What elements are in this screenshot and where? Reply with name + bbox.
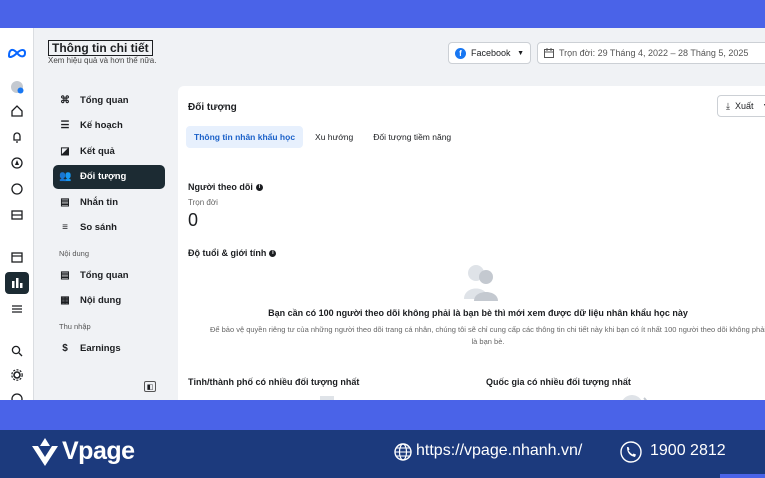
decorative-strip (0, 400, 765, 430)
sidebar-item-label: Earnings (80, 342, 121, 354)
sidebar-item-label: Tổng quan (80, 94, 129, 106)
results-icon: ◪ (60, 145, 70, 157)
sidebar-item-label: Nội dung (80, 295, 122, 306)
sidebar-item-content-overview[interactable]: ▤ Tổng quan (53, 263, 165, 287)
sidebar-item-content[interactable]: ▦ Nội dung (53, 289, 165, 313)
info-icon[interactable]: i (255, 183, 263, 191)
age-gender-heading: Độ tuổi & giới tính i (188, 248, 277, 258)
compass-icon[interactable] (5, 152, 29, 174)
chat-icon[interactable] (5, 178, 29, 200)
globe-icon (394, 443, 412, 461)
vpage-logo-icon (32, 438, 58, 466)
platform-label: Facebook (471, 48, 511, 58)
sidebar-item-label: Kế hoạch (80, 120, 123, 131)
sidebar-item-label: Nhắn tin (80, 196, 118, 208)
platform-dropdown[interactable]: f Facebook ▼ (448, 42, 531, 64)
compare-icon: ≡ (62, 222, 68, 233)
export-label: Xuất (734, 101, 754, 111)
page-subtitle: Xem hiệu quả và hơn thế nữa. (48, 56, 157, 65)
brand-footer: Vpage https://vpage.nhanh.vn/ 1900 2812 (0, 430, 765, 478)
date-range-dropdown[interactable]: Trọn đời: 29 Tháng 4, 2022 – 28 Tháng 5,… (537, 42, 765, 64)
followers-heading: Người theo dõi i (188, 182, 263, 192)
icon-rail (0, 28, 34, 400)
dollar-icon: $ (62, 342, 68, 354)
plan-icon: ☰ (60, 120, 70, 131)
home-icon[interactable] (5, 100, 29, 122)
sidebar-item-label: Tổng quan (80, 269, 129, 281)
sidebar-item-earnings[interactable]: $ Earnings (53, 336, 165, 360)
building-placeholder-icon (320, 396, 334, 400)
help-icon[interactable] (5, 388, 29, 400)
search-icon[interactable] (5, 340, 29, 362)
info-icon[interactable]: i (269, 249, 277, 257)
website-link[interactable]: https://vpage.nhanh.vn/ (416, 442, 582, 460)
phone-icon (620, 441, 642, 463)
globe-placeholder-icon (622, 395, 647, 400)
sidebar-item-label: Kết quả (80, 145, 115, 157)
brand-name: Vpage (62, 437, 135, 465)
empty-state-description: Để bảo vệ quyền riêng tư của những người… (209, 325, 765, 346)
menu-icon[interactable] (5, 298, 29, 320)
content-overview-icon: ▤ (60, 269, 70, 281)
section-label-income: Thu nhập (59, 322, 91, 331)
top-countries-heading: Quốc gia có nhiều đối tượng nhất (486, 377, 631, 387)
top-cities-heading: Tỉnh/thành phố có nhiều đối tượng nhất (188, 377, 360, 387)
facebook-icon: f (455, 47, 466, 59)
empty-state-title: Bạn cần có 100 người theo dõi không phải… (268, 308, 688, 318)
hotline-number[interactable]: 1900 2812 (650, 442, 726, 460)
audience-tabs: Thông tin nhân khẩu học Xu hướng Đối tượ… (186, 126, 459, 148)
page-title: Thông tin chi tiết (48, 40, 153, 56)
export-button[interactable]: ⤓ Xuất ▼ (717, 95, 765, 117)
top-header: Thông tin chi tiết Xem hiệu quả và hơn t… (34, 28, 765, 78)
followers-count: 0 (188, 210, 199, 230)
message-icon: ▤ (60, 196, 70, 208)
decorative-corner (720, 474, 765, 478)
followers-heading-text: Người theo dõi (188, 182, 253, 192)
insights-sidebar: ⌘ Tổng quan ☰ Kế hoạch ◪ Kết quả 👥 Đối t… (53, 88, 165, 362)
sidebar-item-messages[interactable]: ▤ Nhắn tin (53, 190, 165, 214)
audience-panel: Đối tượng ⤓ Xuất ▼ Thông tin nhân khẩu h… (178, 86, 765, 400)
sidebar-item-results[interactable]: ◪ Kết quả (53, 139, 165, 163)
tab-potential-audience[interactable]: Đối tượng tiềm năng (365, 126, 459, 148)
tab-trends[interactable]: Xu hướng (307, 126, 361, 148)
sidebar-item-compare[interactable]: ≡ So sánh (53, 216, 165, 240)
download-icon: ⤓ (726, 100, 730, 111)
people-placeholder-icon (464, 265, 498, 301)
insights-icon[interactable] (5, 272, 29, 294)
gear-icon[interactable] (5, 364, 29, 386)
sidebar-item-overview[interactable]: ⌘ Tổng quan (53, 88, 165, 112)
calendar-icon (544, 48, 554, 58)
collapse-sidebar-icon[interactable]: ◧ (144, 381, 156, 392)
meta-logo-icon[interactable] (5, 42, 29, 64)
sidebar-item-label: So sánh (80, 222, 117, 233)
followers-period: Trọn đời (188, 198, 218, 207)
profile-avatar-icon[interactable] (5, 76, 29, 98)
audience-icon: 👥 (59, 171, 72, 182)
app-window: Thông tin chi tiết Xem hiệu quả và hơn t… (0, 28, 765, 400)
caret-down-icon: ▼ (517, 49, 524, 57)
calendar-icon[interactable] (5, 246, 29, 268)
age-gender-heading-text: Độ tuổi & giới tính (188, 248, 267, 258)
inbox-icon[interactable] (5, 204, 29, 226)
sidebar-item-plan[interactable]: ☰ Kế hoạch (53, 114, 165, 138)
content-icon: ▦ (60, 295, 70, 306)
sidebar-item-label: Đối tượng (80, 171, 127, 182)
overview-icon: ⌘ (60, 94, 70, 106)
sidebar-item-audience[interactable]: 👥 Đối tượng (53, 164, 165, 189)
panel-title: Đối tượng (188, 102, 237, 113)
bell-icon[interactable] (5, 126, 29, 148)
tab-demographics[interactable]: Thông tin nhân khẩu học (186, 126, 304, 148)
date-range-label: Trọn đời: 29 Tháng 4, 2022 – 28 Tháng 5,… (559, 48, 749, 58)
section-label-content: Nội dung (59, 249, 90, 258)
